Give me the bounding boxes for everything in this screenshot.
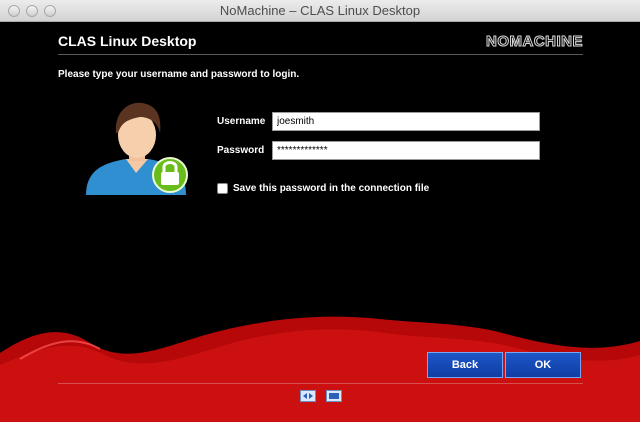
footer-divider [58, 383, 583, 384]
save-password-label: Save this password in the connection fil… [233, 183, 430, 194]
save-password-checkbox[interactable] [217, 183, 228, 194]
display-settings-icon[interactable] [326, 390, 342, 402]
username-label: Username [217, 116, 266, 127]
window-titlebar[interactable]: NoMachine – CLAS Linux Desktop [0, 0, 640, 22]
login-instruction: Please type your username and password t… [58, 69, 300, 80]
user-avatar-icon [86, 102, 188, 195]
username-input[interactable] [272, 112, 540, 131]
password-label: Password [217, 145, 265, 156]
login-panel: CLAS Linux Desktop NOMACHINE Please type… [0, 23, 640, 422]
ok-button[interactable]: OK [505, 352, 581, 378]
fit-to-window-icon[interactable] [300, 390, 316, 402]
password-input[interactable] [272, 141, 540, 160]
nomachine-logo: NOMACHINE [486, 33, 584, 51]
connection-title: CLAS Linux Desktop [58, 33, 197, 49]
header-divider [58, 54, 583, 55]
lock-icon [152, 157, 188, 193]
window-title: NoMachine – CLAS Linux Desktop [219, 3, 421, 18]
back-button[interactable]: Back [427, 352, 503, 378]
